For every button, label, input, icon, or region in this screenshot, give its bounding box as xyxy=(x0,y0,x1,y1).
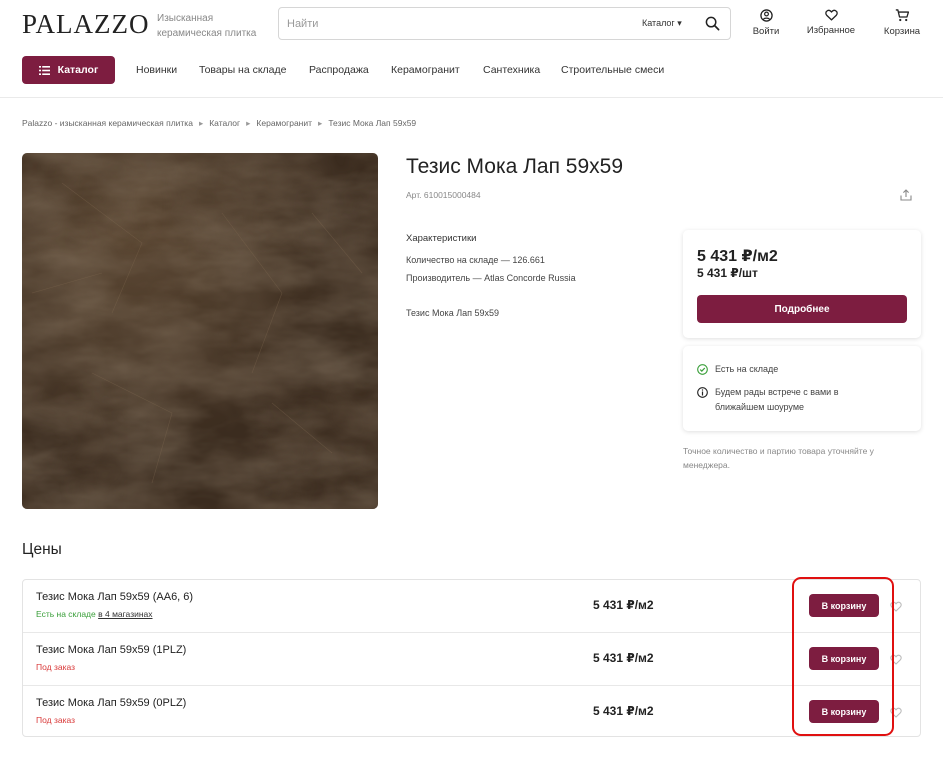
login-button[interactable]: Войти xyxy=(752,9,780,37)
price-card: 5 431 ₽/м2 5 431 ₽/шт Подробнее xyxy=(683,230,921,338)
logo[interactable]: PALAZZO xyxy=(22,9,150,40)
catalog-button[interactable]: Каталог xyxy=(22,56,115,84)
cart-label: Корзина xyxy=(883,26,921,37)
prices-table: Тезис Мока Лап 59x59 (AA6, 6) Есть на ск… xyxy=(22,579,921,737)
search-icon xyxy=(705,16,720,31)
nav-link-in-stock[interactable]: Товары на складе xyxy=(199,64,287,76)
tile-texture-image xyxy=(22,153,378,509)
breadcrumb-separator: ▸ xyxy=(246,118,251,128)
cart-icon xyxy=(895,9,909,22)
variant-name: Тезис Мока Лап 59x59 (1PLZ) xyxy=(36,644,187,656)
favorites-label: Избранное xyxy=(806,25,856,36)
breadcrumb-separator: ▸ xyxy=(198,118,204,128)
breadcrumb-home[interactable]: Palazzo - изысканная керамическая плитка xyxy=(22,118,193,128)
variant-name: Тезис Мока Лап 59x59 (AA6, 6) xyxy=(36,591,194,603)
annotation-highlight-box xyxy=(792,577,894,736)
breadcrumb-current: Тезис Мока Лап 59x59 xyxy=(328,118,417,128)
login-label: Войти xyxy=(752,26,780,37)
breadcrumb-catalog[interactable]: Каталог xyxy=(209,118,240,128)
breadcrumb-category[interactable]: Керамогранит xyxy=(256,118,312,128)
variant-price: 5 431 ₽/м2 xyxy=(593,598,654,612)
variant-status: Есть на складе в 4 магазинах xyxy=(36,609,153,619)
variant-status-text: Под заказ xyxy=(36,662,76,672)
share-icon xyxy=(900,189,912,201)
more-details-button[interactable]: Подробнее xyxy=(697,295,907,323)
variant-status-text: Под заказ xyxy=(36,715,76,725)
table-row: Тезис Мока Лап 59x59 (0PLZ) Под заказ 5 … xyxy=(23,685,920,737)
user-icon xyxy=(759,9,773,22)
nav-link-mixes[interactable]: Строительные смеси xyxy=(561,64,664,76)
variant-status: Под заказ xyxy=(36,715,75,725)
variant-name: Тезис Мока Лап 59x59 (0PLZ) xyxy=(36,697,187,709)
breadcrumb: Palazzo - изысканная керамическая плитка… xyxy=(22,118,416,129)
showroom-text-line1: Будем рады встрече с вами в xyxy=(715,387,839,397)
breadcrumb-separator: ▸ xyxy=(318,118,323,128)
search-button[interactable] xyxy=(705,16,721,32)
characteristics-title: Характеристики xyxy=(406,233,477,244)
share-button[interactable] xyxy=(900,188,912,206)
check-circle-icon xyxy=(697,364,708,375)
nav-link-new[interactable]: Новинки xyxy=(136,64,177,76)
characteristic-manufacturer: Производитель — Atlas Concorde Russia xyxy=(406,273,576,283)
variant-status: Под заказ xyxy=(36,662,75,672)
stores-link[interactable]: в 4 магазинах xyxy=(98,609,152,619)
product-image[interactable] xyxy=(22,153,378,509)
product-article: Арт. 610015000484 xyxy=(406,190,481,200)
cart-button[interactable]: Корзина xyxy=(882,9,922,37)
short-description: Тезис Мока Лап 59x59 xyxy=(406,308,500,318)
showroom-info: Будем рады встрече с вами в ближайшем шо… xyxy=(697,385,838,415)
stock-status: Есть на складе xyxy=(697,362,778,377)
tagline: Изысканная керамическая плитка xyxy=(157,13,257,39)
variant-price: 5 431 ₽/м2 xyxy=(593,704,654,718)
stock-card: Есть на складе Будем рады встрече с вами… xyxy=(683,346,921,431)
heart-icon xyxy=(824,9,838,21)
info-icon xyxy=(697,387,708,398)
showroom-text-line2: ближайшем шоуруме xyxy=(715,402,805,412)
catalog-label: Каталог xyxy=(57,64,99,76)
nav-link-plumbing[interactable]: Сантехника xyxy=(483,64,540,76)
prices-section-title: Цены xyxy=(22,541,62,558)
search-category-select[interactable]: Каталог ▾ xyxy=(642,18,682,29)
nav-link-porcelain[interactable]: Керамогранит xyxy=(391,64,460,76)
variant-price: 5 431 ₽/м2 xyxy=(593,651,654,665)
nav-link-sale[interactable]: Распродажа xyxy=(309,64,369,76)
table-row: Тезис Мока Лап 59x59 (1PLZ) Под заказ 5 … xyxy=(23,632,920,684)
stock-status-text: Есть на складе xyxy=(715,364,779,374)
price-per-piece: 5 431 ₽/шт xyxy=(697,266,758,280)
variant-status-text: Есть на складе xyxy=(36,609,96,619)
menu-icon xyxy=(38,65,50,75)
search-bar: Каталог ▾ xyxy=(278,7,731,40)
header-divider xyxy=(0,97,943,98)
product-title: Тезис Мока Лап 59x59 xyxy=(406,155,624,178)
manager-note: Точное количество и партию товара уточня… xyxy=(683,446,874,470)
search-input[interactable] xyxy=(287,14,627,34)
favorites-button[interactable]: Избранное xyxy=(806,9,856,36)
price-per-m2: 5 431 ₽/м2 xyxy=(697,248,778,265)
characteristic-stock-qty: Количество на складе — 126.661 xyxy=(406,255,545,265)
table-row: Тезис Мока Лап 59x59 (AA6, 6) Есть на ск… xyxy=(23,580,920,632)
